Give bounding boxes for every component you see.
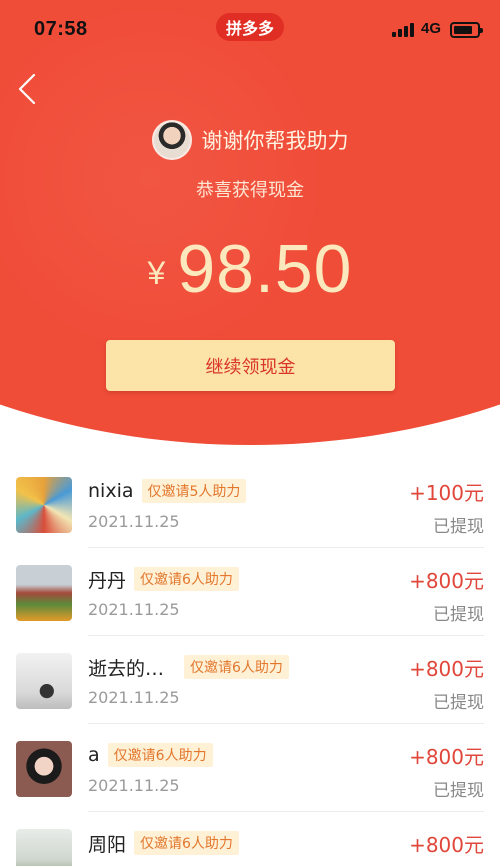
date-text: 2021.11.25 <box>88 600 180 619</box>
user-name: 逝去的… <box>88 657 165 680</box>
invite-tag: 仅邀请6人助力 <box>134 831 239 855</box>
reward-amount: +100元 <box>409 481 484 505</box>
continue-cash-button[interactable]: 继续领现金 <box>106 340 395 391</box>
list-item[interactable]: nixia 仅邀请5人助力 2021.11.25 +100元 已提现 <box>0 460 500 548</box>
status-text: 已提现 <box>433 781 484 801</box>
reward-amount: +800元 <box>409 745 484 769</box>
inviter-row: 谢谢你帮我助力 <box>0 118 500 162</box>
status-text: 已提现 <box>433 517 484 537</box>
chevron-left-icon <box>18 73 36 105</box>
date-text: 2021.11.25 <box>88 688 180 707</box>
cash-amount: ¥98.50 <box>0 230 500 308</box>
battery-icon <box>450 22 483 38</box>
status-text: 已提现 <box>433 605 484 625</box>
user-avatar <box>16 741 72 797</box>
date-text: 2021.11.25 <box>88 512 180 531</box>
status-text: 已提现 <box>433 693 484 713</box>
currency-symbol: ¥ <box>147 255 166 291</box>
user-name: nixia <box>88 480 134 502</box>
invite-tag: 仅邀请5人助力 <box>141 479 247 503</box>
user-name: a <box>88 744 100 766</box>
inviter-avatar <box>151 120 192 160</box>
user-avatar <box>16 477 72 533</box>
user-avatar <box>16 829 72 866</box>
helper-list: nixia 仅邀请5人助力 2021.11.25 +100元 已提现 丹丹 仅邀… <box>0 460 500 866</box>
user-name: 丹丹 <box>88 569 127 592</box>
list-item[interactable]: 逝去的… 仅邀请6人助力 2021.11.25 +800元 已提现 <box>0 636 500 724</box>
app-badge: 拼多多 <box>216 13 284 41</box>
user-name: 周阳 <box>88 833 127 856</box>
list-item[interactable]: 丹丹 仅邀请6人助力 2021.11.25 +800元 已提现 <box>0 548 500 636</box>
network-label: 4G <box>421 20 442 37</box>
date-text: 2021.11.25 <box>88 776 180 795</box>
reward-amount: +800元 <box>409 657 484 681</box>
reward-amount: +800元 <box>409 833 484 857</box>
list-item[interactable]: a 仅邀请6人助力 2021.11.25 +800元 已提现 <box>0 724 500 812</box>
list-item[interactable]: 周阳 仅邀请6人助力 +800元 <box>0 812 500 866</box>
invite-tag: 仅邀请6人助力 <box>134 567 239 591</box>
signal-icon <box>392 23 414 37</box>
reward-amount: +800元 <box>409 569 484 593</box>
status-bar: 07:58 拼多多 4G <box>0 0 500 56</box>
back-button[interactable] <box>14 72 44 106</box>
invite-tag: 仅邀请6人助力 <box>107 743 213 767</box>
amount-value: 98.50 <box>177 231 353 307</box>
congrats-text: 恭喜获得现金 <box>196 180 304 201</box>
status-time: 07:58 <box>34 18 88 40</box>
invite-tag: 仅邀请6人助力 <box>184 655 289 679</box>
user-avatar <box>16 565 72 621</box>
user-avatar <box>16 653 72 709</box>
inviter-message: 谢谢你帮我助力 <box>201 129 349 153</box>
